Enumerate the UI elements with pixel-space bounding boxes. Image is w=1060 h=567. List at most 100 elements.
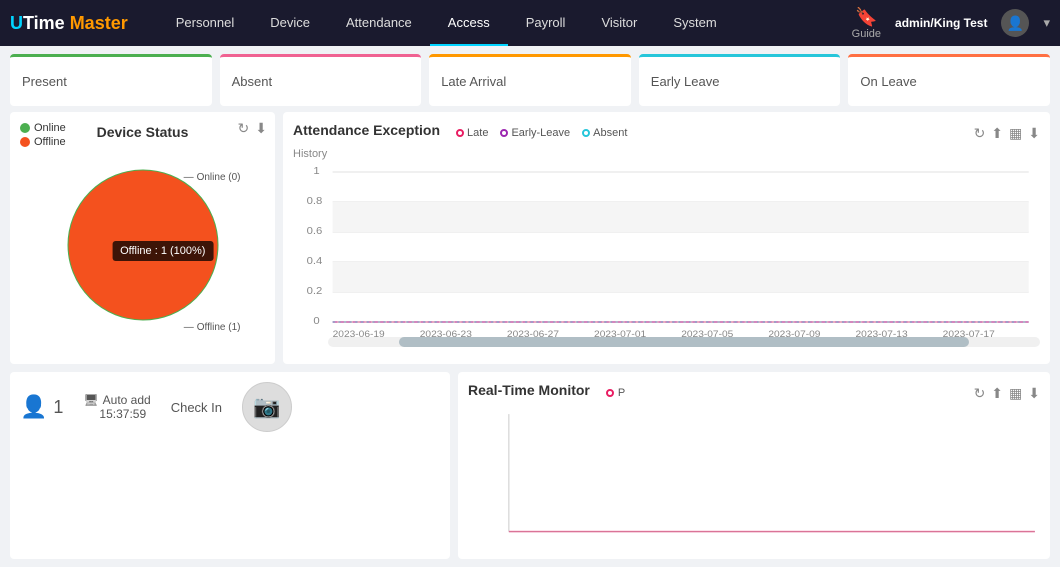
att-scrollbar-track[interactable]: [328, 337, 1040, 347]
user-avatar[interactable]: 👤: [1001, 9, 1029, 37]
svg-text:1: 1: [313, 166, 319, 177]
device-download-icon[interactable]: ⬇: [255, 120, 267, 137]
check-in-label: Check In: [171, 400, 222, 415]
checkin-panel: 👤 1 🖥 Auto add 15:37:59 Check In 📷: [10, 372, 450, 559]
stat-card-early-leave: Early Leave: [639, 54, 841, 106]
att-legend-absent: Absent: [582, 127, 627, 139]
svg-text:0.4: 0.4: [307, 256, 323, 267]
device-status-panel: Online Offline Device Status ↻ ⬇ Offline…: [10, 112, 275, 364]
att-legend-late: Late: [456, 127, 488, 139]
realtime-p-label: P: [618, 387, 625, 399]
auto-add-area: 🖥 Auto add 15:37:59: [83, 393, 150, 421]
stat-label-present: Present: [22, 74, 67, 89]
device-status-title: Device Status: [97, 124, 189, 140]
legend-online: Online: [20, 122, 66, 134]
realtime-p-dot: [606, 389, 614, 397]
auto-add-time: 15:37:59: [99, 407, 150, 421]
att-chart-area: 1 0.8 0.6 0.4 0.2 0 2023-06-19: [293, 162, 1040, 347]
realtime-title-row: Real-Time Monitor P: [468, 382, 625, 404]
att-legend: Late Early-Leave Absent: [456, 127, 627, 139]
checkin-count: 1: [53, 397, 63, 418]
checkin-photo: 📷: [242, 382, 292, 432]
pie-offline-label: — Offline (1): [184, 322, 241, 333]
nav-item-personnel[interactable]: Personnel: [158, 0, 253, 46]
stat-label-on-leave: On Leave: [860, 74, 916, 89]
topnav: UTime Master Personnel Device Attendance…: [0, 0, 1060, 46]
nav-item-attendance[interactable]: Attendance: [328, 0, 430, 46]
online-dot: [20, 123, 30, 133]
att-earlyleave-label: Early-Leave: [511, 127, 570, 139]
stat-label-early-leave: Early Leave: [651, 74, 720, 89]
att-earlyleave-dot: [500, 129, 508, 137]
user-name: admin/King Test: [895, 16, 987, 30]
att-absent-dot: [582, 129, 590, 137]
main-row: Online Offline Device Status ↻ ⬇ Offline…: [0, 112, 1060, 372]
checkin-header: 👤 1 🖥 Auto add 15:37:59 Check In 📷: [20, 382, 440, 432]
svg-text:0: 0: [313, 316, 319, 327]
realtime-legend: P: [606, 387, 625, 399]
realtime-panel-icons: ↻ ⬆ ▦ ⬇: [974, 385, 1040, 402]
nav-item-payroll[interactable]: Payroll: [508, 0, 584, 46]
stat-label-late: Late Arrival: [441, 74, 506, 89]
checkin-user: 👤 1: [20, 394, 63, 420]
realtime-chart-area: [468, 408, 1040, 553]
nav-item-access[interactable]: Access: [430, 0, 508, 46]
guide-icon: 🔖: [855, 7, 877, 28]
user-info: admin/King Test: [895, 16, 987, 30]
att-refresh-icon[interactable]: ↻: [974, 125, 986, 142]
checkin-body: [20, 440, 440, 549]
stat-card-on-leave: On Leave: [848, 54, 1050, 106]
svg-text:0.6: 0.6: [307, 226, 323, 237]
att-panel-icons: ↻ ⬆ ▦ ⬇: [974, 125, 1040, 142]
att-legend-earlyleave: Early-Leave: [500, 127, 570, 139]
stats-row: Present Absent Late Arrival Early Leave …: [0, 46, 1060, 112]
stat-label-absent: Absent: [232, 74, 272, 89]
nav-item-visitor[interactable]: Visitor: [583, 0, 655, 46]
realtime-panel: Real-Time Monitor P ↻ ⬆ ▦ ⬇: [458, 372, 1050, 559]
bottom-row: 👤 1 🖥 Auto add 15:37:59 Check In 📷 Real-…: [0, 372, 1060, 567]
pie-online-label: — Online (0): [184, 172, 241, 183]
logo: UTime Master: [10, 13, 128, 34]
realtime-download-icon[interactable]: ⬇: [1028, 385, 1040, 402]
camera-icon: 📷: [253, 394, 280, 420]
pie-container: Offline : 1 (100%) — Online (0) — Offlin…: [20, 140, 265, 350]
att-late-label: Late: [467, 127, 488, 139]
nav-item-system[interactable]: System: [655, 0, 734, 46]
realtime-upload-icon[interactable]: ⬆: [991, 385, 1003, 402]
att-title: Attendance Exception: [293, 122, 440, 138]
realtime-title: Real-Time Monitor: [468, 382, 590, 398]
device-panel-icons: ↻ ⬇: [238, 120, 267, 137]
realtime-header: Real-Time Monitor P ↻ ⬆ ▦ ⬇: [468, 382, 1040, 404]
att-absent-label: Absent: [593, 127, 627, 139]
nav-right: 🔖 Guide admin/King Test 👤 ▾: [852, 7, 1050, 40]
svg-text:0.8: 0.8: [307, 196, 323, 207]
user-dropdown-icon[interactable]: ▾: [1043, 15, 1050, 31]
realtime-refresh-icon[interactable]: ↻: [974, 385, 986, 402]
realtime-barchart-icon[interactable]: ▦: [1009, 385, 1022, 402]
checkin-user-icon: 👤: [20, 394, 47, 420]
att-header: Attendance Exception Late Early-Leave Ab…: [293, 122, 1040, 144]
legend-online-label: Online: [34, 122, 66, 134]
att-scrollbar-thumb[interactable]: [399, 337, 969, 347]
att-chart-svg: 1 0.8 0.6 0.4 0.2 0 2023-06-19: [293, 162, 1040, 347]
att-upload-icon[interactable]: ⬆: [991, 125, 1003, 142]
auto-add-label: Auto add: [103, 393, 151, 407]
nav-item-device[interactable]: Device: [252, 0, 328, 46]
guide-button[interactable]: 🔖 Guide: [852, 7, 881, 40]
logo-u: U: [10, 13, 23, 33]
guide-label: Guide: [852, 28, 881, 40]
auto-add-row: 🖥 Auto add: [83, 393, 150, 407]
attendance-panel: Attendance Exception Late Early-Leave Ab…: [283, 112, 1050, 364]
att-download-icon[interactable]: ⬇: [1028, 125, 1040, 142]
stat-card-late: Late Arrival: [429, 54, 631, 106]
device-refresh-icon[interactable]: ↻: [238, 120, 250, 137]
stat-card-absent: Absent: [220, 54, 422, 106]
realtime-chart-svg: [468, 408, 1040, 553]
stat-card-present: Present: [10, 54, 212, 106]
att-barchart-icon[interactable]: ▦: [1009, 125, 1022, 142]
svg-text:0.2: 0.2: [307, 286, 323, 297]
att-late-dot: [456, 129, 464, 137]
auto-add-icon: 🖥: [83, 393, 98, 407]
att-history-label: History: [293, 148, 1040, 160]
pie-tooltip: Offline : 1 (100%): [112, 241, 213, 261]
